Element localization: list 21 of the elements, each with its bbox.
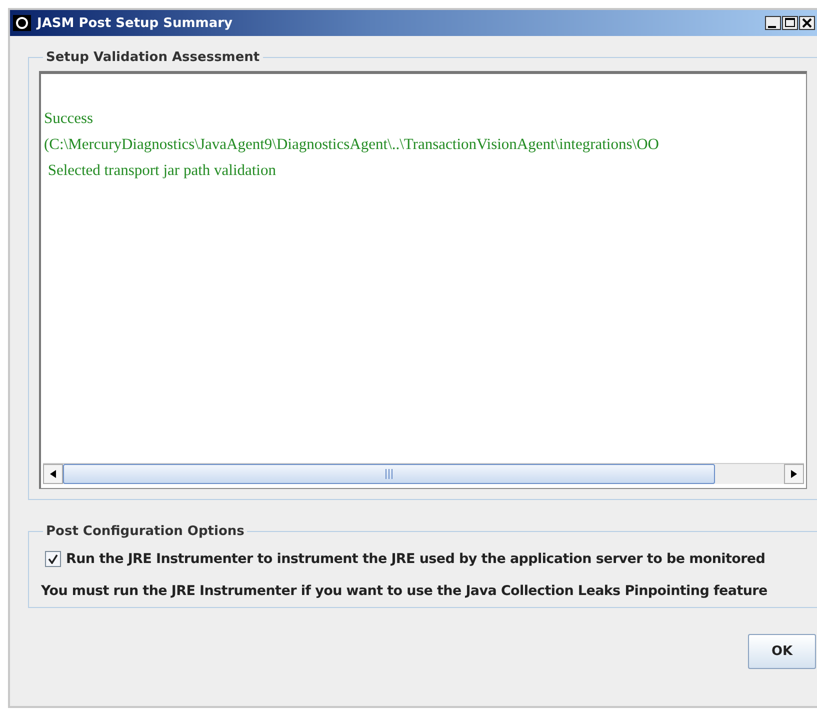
checkbox[interactable] — [45, 551, 61, 567]
ok-button[interactable]: OK — [748, 634, 816, 669]
result-line: Selected transport jar path validation — [46, 161, 277, 181]
window-title: JASM Post Setup Summary — [37, 16, 234, 30]
group-title: Post Configuration Options — [45, 524, 246, 539]
result-line: Success — [44, 109, 94, 129]
right-arrow-icon — [791, 470, 797, 478]
results-text-area[interactable]: Success (C:\MercuryDiagnostics\JavaAgent9\DiagnosticsAgent\..\TransactionVisionAgent\integrations\OO Selected transport jar path validation — [39, 71, 807, 489]
scroll-right-button[interactable] — [784, 464, 804, 484]
checkbox-label[interactable]: Run the JRE Instrumenter to instrument the JRE used by the application server to be monitored — [66, 551, 766, 567]
note-text: You must run the JRE Instrumenter if you want to use the Java Collection Leaks Pinpointing feature — [41, 583, 768, 599]
left-arrow-icon — [50, 470, 56, 478]
minimize-icon[interactable] — [765, 16, 781, 30]
close-icon[interactable] — [799, 16, 815, 30]
maximize-icon[interactable] — [782, 16, 798, 30]
scroll-thumb[interactable] — [63, 464, 715, 484]
app-logo-icon — [13, 15, 31, 31]
horizontal-scrollbar[interactable] — [43, 463, 804, 484]
group-title: Setup Validation Assessment — [45, 50, 261, 65]
result-line: (C:\MercuryDiagnostics\JavaAgent9\DiagnosticsAgent\..\TransactionVisionAgent\integrations\OO — [44, 135, 660, 155]
scroll-left-button[interactable] — [43, 464, 63, 484]
